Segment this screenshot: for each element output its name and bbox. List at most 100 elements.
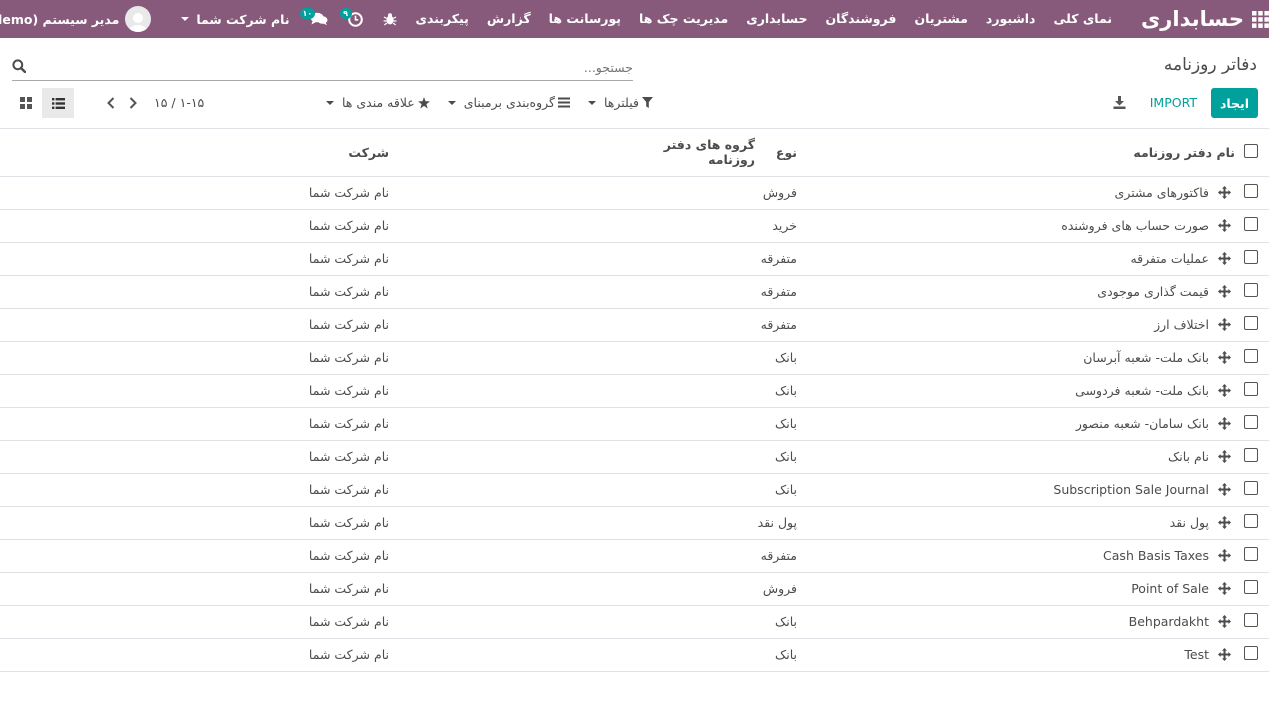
row-checkbox[interactable] [1244, 382, 1258, 396]
table-row[interactable]: Behpardakht بانک نام شرکت شما [0, 605, 1269, 639]
import-button[interactable]: IMPORT [1150, 95, 1197, 110]
row-checkbox[interactable] [1244, 316, 1258, 330]
drag-handle-icon[interactable] [1213, 219, 1235, 232]
drag-handle-icon[interactable] [1213, 186, 1235, 199]
menu-item-cheque-management[interactable]: مدیریت چک ها [630, 0, 737, 38]
caret-down-icon [587, 100, 596, 105]
table-row[interactable]: بانک سامان- شعبه منصور بانک نام شرکت شما [0, 407, 1269, 441]
main-menu: نمای کلی داشبورد مشتریان فروشندگان حسابد… [407, 0, 1122, 38]
systray: ۹ ۱۰ نام شرکت شما مدیر سیستم (demo) [0, 0, 407, 38]
row-checkbox[interactable] [1244, 580, 1258, 594]
row-checkbox[interactable] [1244, 349, 1258, 363]
drag-handle-icon[interactable] [1213, 549, 1235, 562]
menu-item-vendors[interactable]: فروشندگان [817, 0, 906, 38]
row-checkbox[interactable] [1244, 613, 1258, 627]
debug-button[interactable] [373, 0, 407, 38]
company-switcher[interactable]: نام شرکت شما [161, 0, 299, 38]
drag-handle-icon[interactable] [1213, 351, 1235, 364]
filters-dropdown[interactable]: فیلترها [584, 95, 653, 110]
select-all-checkbox[interactable] [1244, 143, 1258, 158]
table-row[interactable]: اختلاف ارز متفرقه نام شرکت شما [0, 308, 1269, 342]
drag-handle-icon[interactable] [1213, 582, 1235, 595]
journal-type: بانک [755, 341, 797, 375]
drag-handle-icon[interactable] [1213, 483, 1235, 496]
create-button[interactable]: ایجاد [1211, 88, 1258, 118]
chevron-left-icon [107, 96, 115, 109]
kanban-view-icon [20, 97, 32, 109]
journal-name: Cash Basis Taxes [1103, 548, 1209, 563]
favorites-label: علاقه مندی ها [342, 95, 415, 110]
table-row[interactable]: Test بانک نام شرکت شما [0, 638, 1269, 672]
list-view-button[interactable] [42, 88, 74, 118]
row-checkbox[interactable] [1244, 250, 1258, 264]
row-checkbox[interactable] [1244, 514, 1258, 528]
activities-button[interactable]: ۹ [338, 0, 373, 38]
filter-icon [641, 97, 653, 108]
caret-down-icon [326, 100, 334, 105]
pager-value[interactable]: ۱-۱۵ / ۱۵ [154, 95, 204, 110]
header-journal-groups[interactable]: گروه های دفتر روزنامه [615, 129, 755, 177]
table-row[interactable]: بانک ملت- شعبه فردوسی بانک نام شرکت شما [0, 374, 1269, 408]
groupby-label: گروه‌بندی برمبنای [463, 95, 555, 110]
menu-item-accounting[interactable]: حسابداری [737, 0, 816, 38]
drag-handle-icon[interactable] [1213, 450, 1235, 463]
table-row[interactable]: بانک ملت- شعبه آبرسان بانک نام شرکت شما [0, 341, 1269, 375]
menu-item-overview[interactable]: نمای کلی [1044, 0, 1121, 38]
row-checkbox[interactable] [1244, 547, 1258, 561]
user-avatar-icon [125, 6, 152, 32]
filters-label: فیلترها [603, 95, 639, 110]
app-brand[interactable]: حسابداری [1121, 7, 1252, 31]
table-row[interactable]: صورت حساب های فروشنده خرید نام شرکت شما [0, 209, 1269, 243]
drag-handle-icon[interactable] [1213, 384, 1235, 397]
drag-handle-icon[interactable] [1213, 285, 1235, 298]
drag-handle-icon[interactable] [1213, 318, 1235, 331]
menu-item-commissions[interactable]: پورسانت ها [540, 0, 630, 38]
pager-next[interactable] [122, 96, 144, 109]
journal-groups [615, 506, 755, 540]
row-checkbox[interactable] [1244, 481, 1258, 495]
row-checkbox[interactable] [1244, 184, 1258, 198]
table-row[interactable]: پول نقد پول نقد نام شرکت شما [0, 506, 1269, 540]
pager-previous[interactable] [100, 96, 122, 109]
table-row[interactable]: Subscription Sale Journal بانک نام شرکت شم… [0, 473, 1269, 507]
drag-handle-icon[interactable] [1213, 252, 1235, 265]
journal-company: نام شرکت شما [0, 374, 615, 408]
drag-handle-icon[interactable] [1213, 648, 1235, 661]
header-company[interactable]: شرکت [0, 129, 615, 177]
row-checkbox[interactable] [1244, 415, 1258, 429]
row-checkbox[interactable] [1244, 283, 1258, 297]
drag-handle-icon[interactable] [1213, 417, 1235, 430]
drag-handle-icon[interactable] [1213, 615, 1235, 628]
journal-name: Test [1184, 647, 1209, 662]
journal-type: بانک [755, 374, 797, 408]
table-row[interactable]: فاکتورهای مشتری فروش نام شرکت شما [0, 176, 1269, 210]
download-button[interactable] [1113, 96, 1126, 113]
list-icon [557, 97, 570, 108]
menu-item-configuration[interactable]: پیکربندی [407, 0, 478, 38]
drag-handle-icon[interactable] [1213, 516, 1235, 529]
menu-item-customers[interactable]: مشتریان [906, 0, 977, 38]
header-type[interactable]: نوع [755, 129, 797, 177]
search-input[interactable] [43, 55, 633, 79]
table-row[interactable]: عملیات متفرقه متفرقه نام شرکت شما [0, 242, 1269, 276]
table-row[interactable]: Cash Basis Taxes متفرقه نام شرکت شما [0, 539, 1269, 573]
groupby-dropdown[interactable]: گروه‌بندی برمبنای [444, 95, 570, 110]
row-checkbox[interactable] [1244, 646, 1258, 660]
journal-company: نام شرکت شما [0, 539, 615, 573]
row-checkbox[interactable] [1244, 448, 1258, 462]
header-journal-name[interactable]: نام دفتر روزنامه [797, 129, 1235, 177]
table-row[interactable]: قیمت گذاری موجودی متفرقه نام شرکت شما [0, 275, 1269, 309]
search-icon[interactable] [12, 59, 27, 77]
favorites-dropdown[interactable]: علاقه مندی ها [322, 95, 430, 110]
kanban-view-button[interactable] [10, 88, 42, 118]
table-row[interactable]: نام بانک بانک نام شرکت شما [0, 440, 1269, 474]
menu-item-dashboard[interactable]: داشبورد [977, 0, 1045, 38]
menu-item-reporting[interactable]: گزارش [478, 0, 540, 38]
user-menu[interactable]: مدیر سیستم (demo) [0, 0, 161, 38]
messages-button[interactable]: ۱۰ [299, 0, 338, 38]
row-checkbox[interactable] [1244, 217, 1258, 231]
apps-menu-button[interactable] [1252, 0, 1269, 38]
journal-groups [615, 176, 755, 210]
journal-name: فاکتورهای مشتری [1114, 185, 1209, 200]
table-row[interactable]: Point of Sale فروش نام شرکت شما [0, 572, 1269, 606]
